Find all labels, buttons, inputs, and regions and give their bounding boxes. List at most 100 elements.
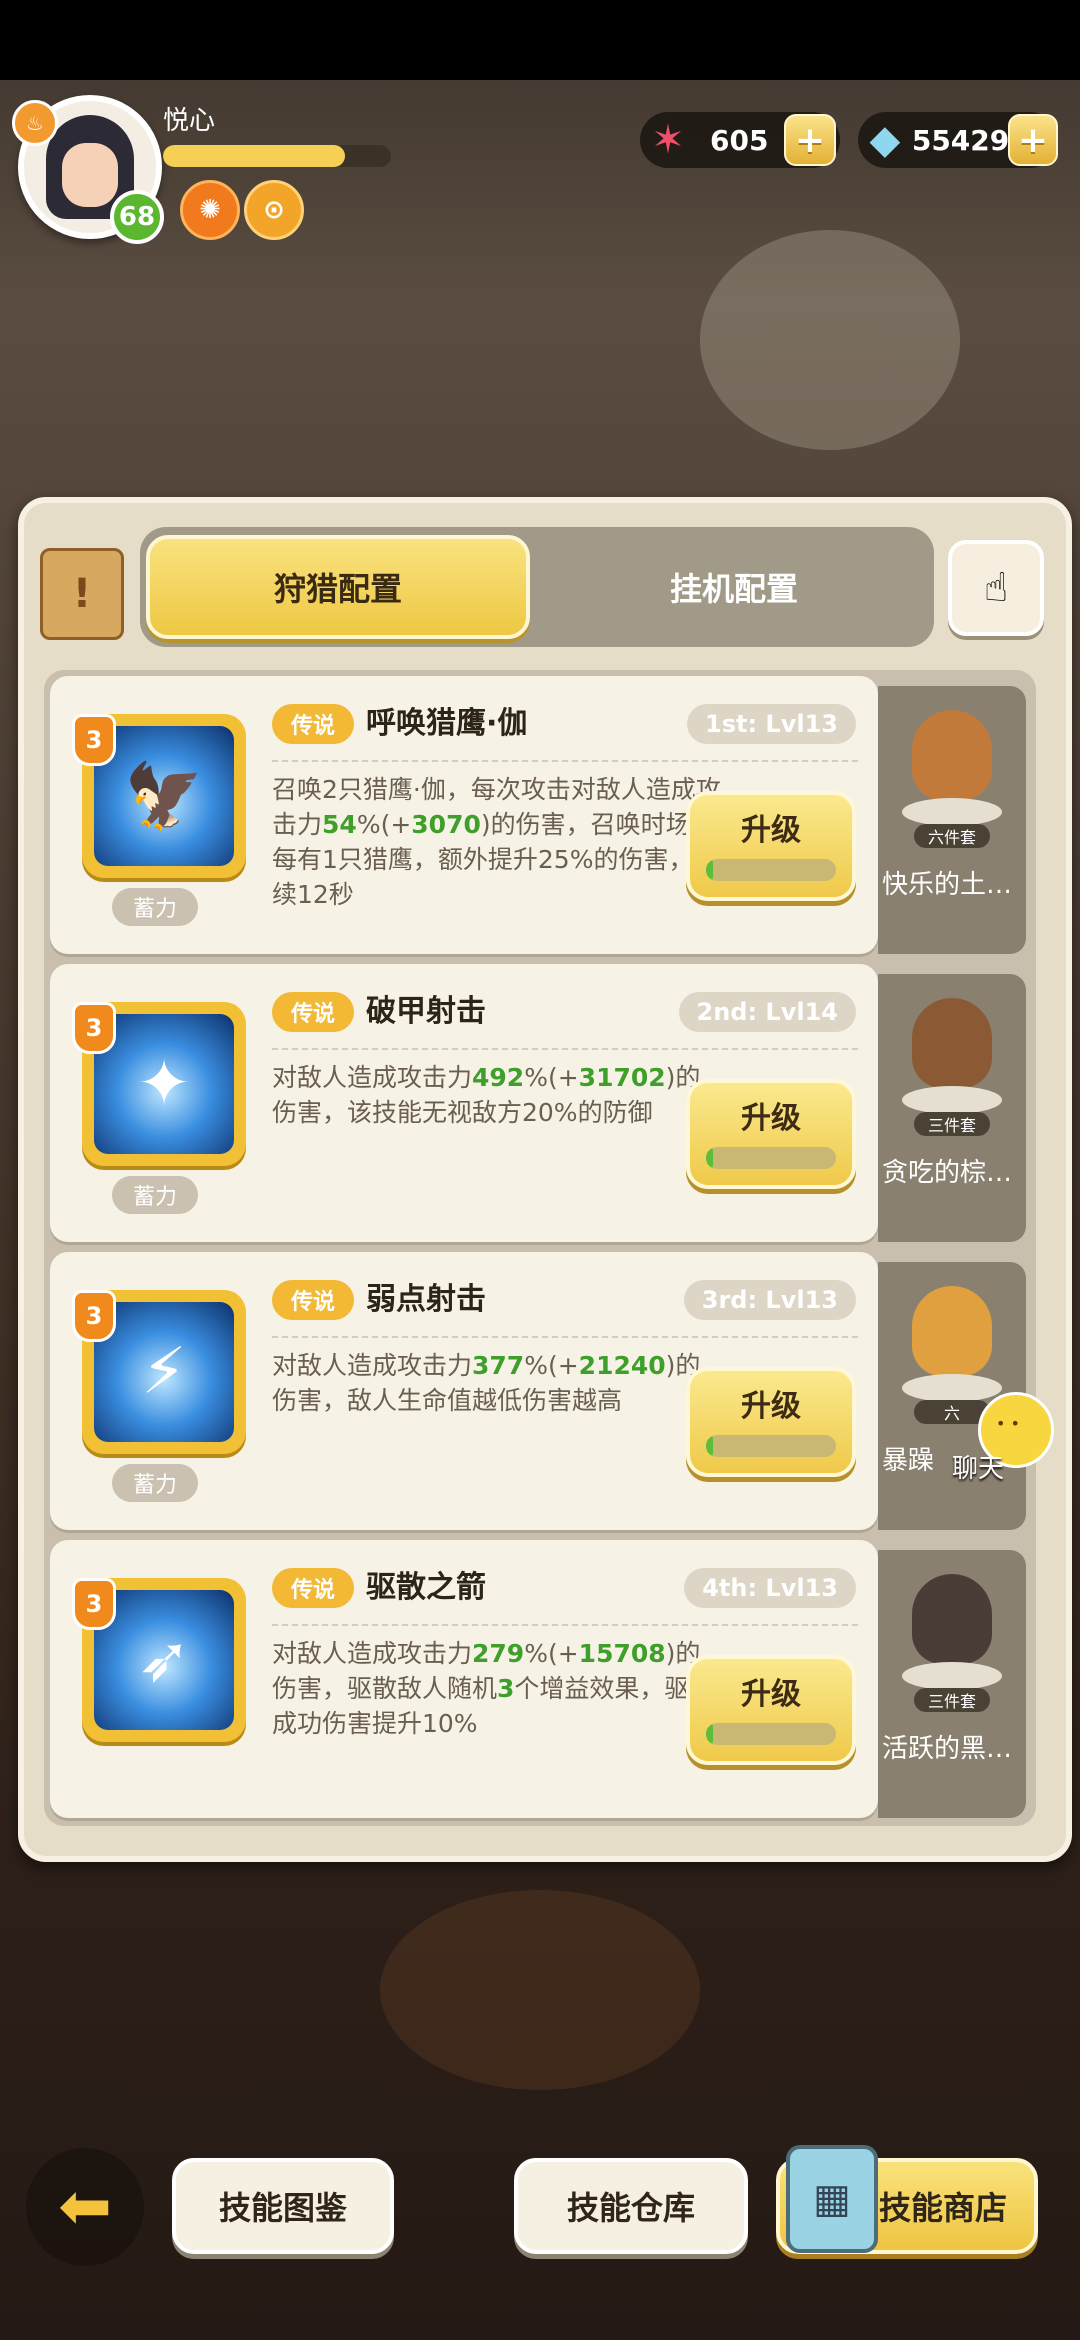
desc-text: 对敌人造成攻击力 <box>272 1351 473 1380</box>
desc-text: 对敌人造成攻击力 <box>272 1639 473 1668</box>
legend-tag: 传说 <box>272 1568 354 1608</box>
pet-slot[interactable]: 六件套 快乐的土… <box>878 686 1026 954</box>
charge-tag: 蓄力 <box>112 1464 198 1502</box>
pet-set-tag: 三件套 <box>914 1112 990 1136</box>
pet-body <box>912 1286 992 1376</box>
chat-button[interactable]: • • 聊天 <box>938 1392 1058 1492</box>
tab-idle-config[interactable]: 挂机配置 <box>540 535 928 639</box>
skill-slot-level: 1st: Lvl13 <box>687 704 856 744</box>
fire-icon: ♨ <box>12 100 58 146</box>
upgrade-button[interactable]: 升级 <box>686 1655 856 1765</box>
skill-card[interactable]: ➶ 3 传说 驱散之箭 4th: Lvl13 对敌人造成攻击力279%(+157… <box>50 1540 878 1818</box>
charge-tag: 蓄力 <box>112 888 198 926</box>
buff-swirl-icon[interactable]: ⊙ <box>244 180 304 240</box>
pet-body <box>912 998 992 1088</box>
pet-figure <box>902 1276 1002 1406</box>
skill-description: 对敌人造成攻击力377%(+21240)的伤害，敌人生命值越低伤害越高 <box>272 1348 722 1418</box>
crystal-icon: ◆ <box>869 117 901 163</box>
player-level-badge: 68 <box>110 190 164 244</box>
skill-row: ✦ 3 蓄力 传说 破甲射击 2nd: Lvl14 对敌人造成攻击力492%(+… <box>50 964 1030 1244</box>
upgrade-label: 升级 <box>741 813 801 848</box>
upgrade-progress-fill <box>706 1435 713 1457</box>
pet-base <box>902 1086 1002 1114</box>
scroll-notice-icon[interactable]: ! <box>40 548 124 640</box>
back-arrow-button[interactable]: ⬅ <box>26 2148 144 2266</box>
status-bar <box>0 0 1080 80</box>
skill-row: ⚡ 3 蓄力 传说 弱点射击 3rd: Lvl13 对敌人造成攻击力377%(+… <box>50 1252 1030 1532</box>
upgrade-progress <box>706 1147 836 1169</box>
desc-value: 3 <box>497 1674 515 1703</box>
pet-name: 快乐的土… <box>882 870 1013 900</box>
skill-row: 🦅 3 蓄力 传说 呼唤猎鹰·伽 1st: Lvl13 召唤2只猎鹰·伽，每次攻… <box>50 676 1030 956</box>
chat-label: 聊天 <box>952 1454 1005 1484</box>
upgrade-label: 升级 <box>741 1101 801 1136</box>
crystal-value: 55429 <box>911 123 1010 157</box>
legend-tag: 传说 <box>272 1280 354 1320</box>
skill-row: ➶ 3 传说 驱散之箭 4th: Lvl13 对敌人造成攻击力279%(+157… <box>50 1540 1030 1820</box>
desc-value: 31702 <box>578 1063 666 1092</box>
upgrade-button[interactable]: 升级 <box>686 1079 856 1189</box>
upgrade-button[interactable]: 升级 <box>686 1367 856 1477</box>
charge-tag: 蓄力 <box>112 1176 198 1214</box>
desc-text: %(+ <box>524 1639 579 1668</box>
skill-description: 对敌人造成攻击力279%(+15708)的伤害，驱散敌人随机3个增益效果，驱散成… <box>272 1636 722 1741</box>
desc-value: 492 <box>472 1063 525 1092</box>
config-tabs: 狩猎配置 挂机配置 <box>140 527 934 647</box>
skill-slot-level: 4th: Lvl13 <box>684 1568 856 1608</box>
skill-name: 弱点射击 <box>366 1282 486 1317</box>
legend-tag: 传说 <box>272 992 354 1032</box>
pet-base <box>902 1662 1002 1690</box>
xp-bar <box>163 145 391 167</box>
upgrade-button[interactable]: 升级 <box>686 791 856 901</box>
skill-card[interactable]: ⚡ 3 蓄力 传说 弱点射击 3rd: Lvl13 对敌人造成攻击力377%(+… <box>50 1252 878 1530</box>
divider <box>272 760 858 762</box>
player-name: 悦心 <box>163 106 216 136</box>
skill-star-badge: 3 <box>72 1290 116 1342</box>
pet-name: 贪吃的棕… <box>882 1158 1013 1188</box>
desc-value: 15708 <box>578 1639 666 1668</box>
pet-slot[interactable]: 三件套 贪吃的棕… <box>878 974 1026 1242</box>
skill-catalog-button[interactable]: 技能图鉴 <box>172 2158 394 2254</box>
pet-name: 活跃的黑… <box>882 1734 1013 1764</box>
chat-face: • • <box>996 1414 1020 1433</box>
desc-text: 对敌人造成攻击力 <box>272 1063 473 1092</box>
upgrade-progress-fill <box>706 859 713 881</box>
hand-pointer-icon[interactable]: ☝ <box>948 540 1044 636</box>
starfish-value: 605 <box>710 123 769 157</box>
avatar-face <box>62 143 118 207</box>
starfish-currency: ✶ 605 + <box>640 112 840 168</box>
add-starfish-button[interactable]: + <box>784 114 836 166</box>
desc-text: %(+ <box>524 1351 579 1380</box>
skill-card[interactable]: ✦ 3 蓄力 传说 破甲射击 2nd: Lvl14 对敌人造成攻击力492%(+… <box>50 964 878 1242</box>
pet-body <box>912 710 992 800</box>
pet-body <box>912 1574 992 1664</box>
desc-value: 3070 <box>411 810 481 839</box>
upgrade-progress <box>706 859 836 881</box>
buff-flame-icon[interactable]: ✺ <box>180 180 240 240</box>
xp-fill <box>163 145 346 167</box>
skill-name: 驱散之箭 <box>366 1570 486 1605</box>
upgrade-label: 升级 <box>741 1677 801 1712</box>
add-crystal-button[interactable]: + <box>1007 114 1058 166</box>
upgrade-progress <box>706 1723 836 1745</box>
pet-figure <box>902 988 1002 1118</box>
skill-star-badge: 3 <box>72 1578 116 1630</box>
pet-slot[interactable]: 三件套 活跃的黑… <box>878 1550 1026 1818</box>
desc-text: %(+ <box>356 810 412 839</box>
upgrade-label: 升级 <box>741 1389 801 1424</box>
shop-scroll-icon: ▦ <box>786 2145 878 2253</box>
tab-hunting-config[interactable]: 狩猎配置 <box>146 535 530 639</box>
pet-set-tag: 六件套 <box>914 824 990 848</box>
divider <box>272 1048 858 1050</box>
crystal-currency: ◆ 55429 + <box>858 112 1058 168</box>
starfish-icon: ✶ <box>651 117 685 163</box>
skill-star-badge: 3 <box>72 714 116 766</box>
skill-storage-button[interactable]: 技能仓库 <box>514 2158 748 2254</box>
skill-name: 呼唤猎鹰·伽 <box>366 706 528 741</box>
skill-description: 对敌人造成攻击力492%(+31702)的伤害，该技能无视敌方20%的防御 <box>272 1060 722 1130</box>
background-lamp <box>380 1890 700 2090</box>
upgrade-progress <box>706 1435 836 1457</box>
skill-card[interactable]: 🦅 3 蓄力 传说 呼唤猎鹰·伽 1st: Lvl13 召唤2只猎鹰·伽，每次攻… <box>50 676 878 954</box>
pet-set-tag: 三件套 <box>914 1688 990 1712</box>
skill-description: 召唤2只猎鹰·伽，每次攻击对敌人造成攻击力54%(+3070)的伤害，召唤时场上… <box>272 772 722 912</box>
